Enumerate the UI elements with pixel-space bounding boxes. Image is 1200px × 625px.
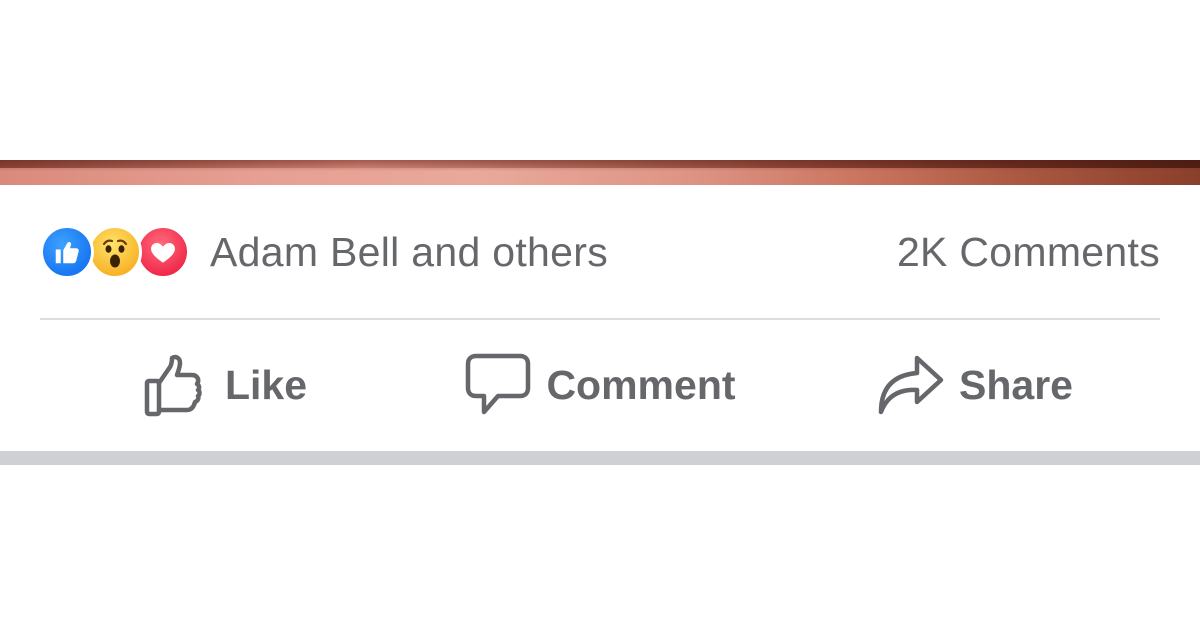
share-button[interactable]: Share <box>790 340 1160 430</box>
thumbs-up-icon <box>143 351 211 419</box>
post-image[interactable] <box>0 160 1200 185</box>
wow-reaction-icon <box>88 225 142 279</box>
comment-button[interactable]: Comment <box>410 340 790 430</box>
like-button[interactable]: Like <box>40 340 410 430</box>
comments-count-link[interactable]: 2K Comments <box>897 229 1160 276</box>
love-reaction-icon <box>136 225 190 279</box>
reactions-bar: Adam Bell and others 2K Comments <box>40 222 1160 282</box>
reactions-summary[interactable]: Adam Bell and others <box>40 225 608 279</box>
like-label: Like <box>224 361 308 408</box>
reactors-summary-text: Adam Bell and others <box>210 228 609 275</box>
post-actions-bar: Like Comment Share <box>40 340 1160 430</box>
post-separator-bar <box>0 451 1200 465</box>
like-reaction-icon <box>40 225 94 279</box>
divider <box>40 318 1160 320</box>
share-label: Share <box>959 361 1073 408</box>
comment-label: Comment <box>546 361 736 408</box>
share-arrow-icon <box>877 352 945 418</box>
reaction-icons <box>40 225 190 279</box>
comment-bubble-icon <box>464 352 532 418</box>
